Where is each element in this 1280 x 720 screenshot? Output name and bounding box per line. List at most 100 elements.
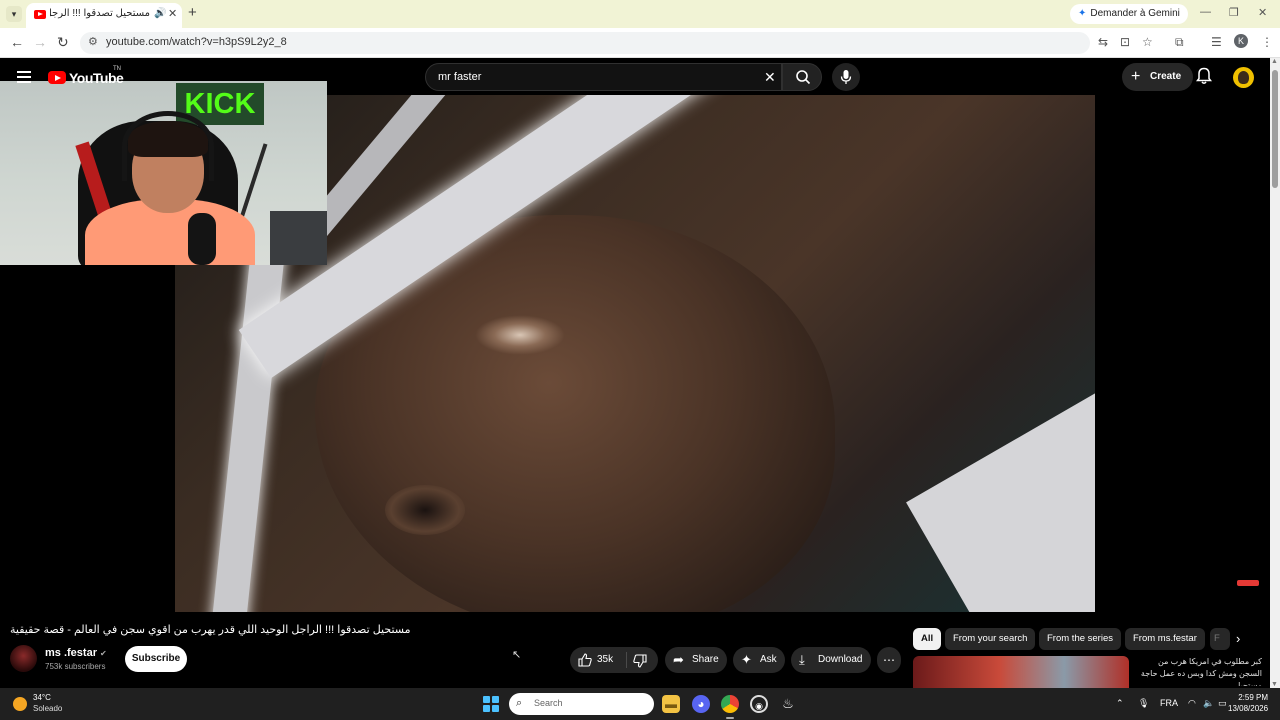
search-query: mr faster [438,71,482,83]
audio-playing-icon[interactable]: 🔊 [154,8,166,19]
menu-icon[interactable] [17,71,31,83]
youtube-page: KICK YouTube TN mr faster ✕ + Create مست… [0,58,1270,688]
tab-youtube[interactable]: مستحيل تصدقوا !!! الرجل الو 🔊 ✕ [26,3,182,28]
account-avatar[interactable] [1233,67,1254,88]
mouse-cursor-icon: ↖ [512,649,522,661]
thumbs-up-icon [578,653,592,667]
share-arrow-icon: ➦ [673,652,684,667]
windows-taskbar: 34°C Soleado ⌕ Search ▬ ◕ ◉ ♨ ⌃ 🎙 FRA ◠ … [0,688,1280,720]
window-close-icon[interactable]: ✕ [1258,6,1267,19]
url-text: youtube.com/watch?v=h3pS9L2y2_8 [106,36,287,48]
clock-time[interactable]: 2:59 PM [1236,693,1268,702]
discord-icon[interactable]: ◕ [692,695,710,713]
new-tab-button[interactable]: + [188,4,197,21]
language-indicator[interactable]: FRA [1160,698,1178,708]
chip-all[interactable]: All [913,628,942,650]
chip-from-channel[interactable]: From ms.festar [1125,628,1205,650]
create-button[interactable]: + Create [1122,63,1194,91]
webcam-overlay: KICK [0,81,327,265]
channel-avatar[interactable] [10,645,37,672]
like-count: 35k [597,654,614,665]
chip-from-the-series[interactable]: From the series [1039,628,1121,650]
youtube-play-icon [48,71,66,84]
verified-check-icon: ✔ [99,649,107,658]
page-scrollbar[interactable]: ▲ ▼ [1270,58,1280,688]
notifications-button[interactable] [1196,67,1212,88]
scrollbar-thumb[interactable] [1272,70,1278,188]
video-light-shape [906,382,1095,612]
weather-sun-icon[interactable] [13,697,27,711]
tab-search-icon[interactable]: ▾ [6,6,22,22]
clear-search-icon[interactable]: ✕ [764,69,776,86]
battery-icon[interactable]: ▭ [1218,698,1227,709]
gemini-button[interactable]: ✦ Demander à Gemini [1070,4,1188,24]
obs-icon[interactable]: ◉ [750,695,768,713]
reading-list-icon[interactable]: ☰ [1211,35,1222,49]
country-code: TN [113,66,121,72]
like-dislike-group: 35k [570,647,658,673]
create-label: Create [1150,71,1182,82]
download-button[interactable]: ⤓ Download [791,647,871,673]
browser-tabbar: ▾ مستحيل تصدقوا !!! الرجل الو 🔊 ✕ + ✦Dem… [0,0,1280,28]
channel-name-row[interactable]: ms .festar ✔ [45,647,107,659]
steam-icon[interactable]: ♨ [779,695,797,713]
chrome-icon[interactable] [721,695,739,719]
chip-truncated[interactable]: F [1210,628,1230,650]
weather-condition[interactable]: Soleado [33,704,62,713]
scroll-up-icon[interactable]: ▲ [1271,58,1278,65]
scroll-down-icon[interactable]: ▼ [1271,681,1278,688]
recommended-title[interactable]: كبر مطلوب في امريكا هرب من السجن ومش كدا… [1136,656,1262,686]
clock-date[interactable]: 13/08/2026 [1228,704,1268,713]
extensions-icon[interactable]: ⧉ [1175,35,1184,50]
chip-from-your-search[interactable]: From your search [945,628,1036,650]
voice-search-button[interactable] [832,63,860,91]
maximize-icon[interactable]: ❐ [1229,6,1239,19]
browser-toolbar: ← → ↻ ⚙ youtube.com/watch?v=h3pS9L2y2_8 … [0,28,1280,58]
subscriber-count: 753k subscribers [45,662,106,671]
video-eye-shape [385,485,465,535]
more-actions-icon[interactable]: ⋯ [877,647,901,673]
tab-close-icon[interactable]: ✕ [168,7,177,20]
plus-icon: + [1131,68,1141,85]
microphone [188,213,216,265]
like-button[interactable] [578,647,592,676]
ask-button[interactable]: ✦ Ask [733,647,785,673]
browser-menu-icon[interactable]: ⋮ [1261,35,1273,49]
volume-icon[interactable]: 🔈 [1203,698,1214,709]
chevron-right-icon[interactable]: › [1236,631,1240,646]
gemini-sparkle-icon: ✦ [1078,8,1087,19]
site-info-icon[interactable]: ⚙ [88,35,98,48]
share-label: Share [692,654,719,665]
search-button[interactable] [782,63,822,91]
wifi-icon[interactable]: ◠ [1188,698,1196,709]
bookmark-star-icon[interactable]: ☆ [1142,35,1153,49]
reload-icon[interactable]: ↻ [57,34,69,51]
search-input[interactable]: mr faster ✕ [425,63,782,91]
back-arrow-icon[interactable]: ← [10,34,24,50]
share-button[interactable]: ➦ Share [665,647,727,673]
mic-tray-icon[interactable]: 🎙 [1138,698,1149,709]
profile-avatar[interactable]: K [1234,34,1248,48]
file-explorer-icon[interactable]: ▬ [662,695,680,713]
windows-start-icon[interactable] [483,696,499,712]
address-bar[interactable]: ⚙ youtube.com/watch?v=h3pS9L2y2_8 [80,32,1090,54]
download-label: Download [818,654,863,665]
dislike-button[interactable] [633,647,647,677]
install-app-icon[interactable]: ⊡ [1120,35,1130,49]
translate-icon[interactable]: ⇆ [1098,35,1108,49]
gemini-label: Demander à Gemini [1090,8,1180,19]
subscribe-button[interactable]: Subscribe [125,646,187,672]
video-watermark-badge [1237,580,1259,586]
channel-name[interactable]: ms .festar [45,647,97,659]
forward-arrow-icon[interactable]: → [33,34,47,50]
taskbar-search-input[interactable]: ⌕ Search [509,693,654,715]
tray-expand-icon[interactable]: ⌃ [1116,698,1124,709]
thumbs-down-icon [633,654,647,668]
minimize-icon[interactable]: — [1200,6,1211,18]
weather-temperature[interactable]: 34°C [33,693,51,702]
search-icon [796,70,811,85]
taskbar-search-placeholder: Search [534,698,563,708]
ask-label: Ask [760,654,777,665]
youtube-favicon-icon [34,10,46,19]
recommended-thumbnail[interactable] [913,656,1129,688]
